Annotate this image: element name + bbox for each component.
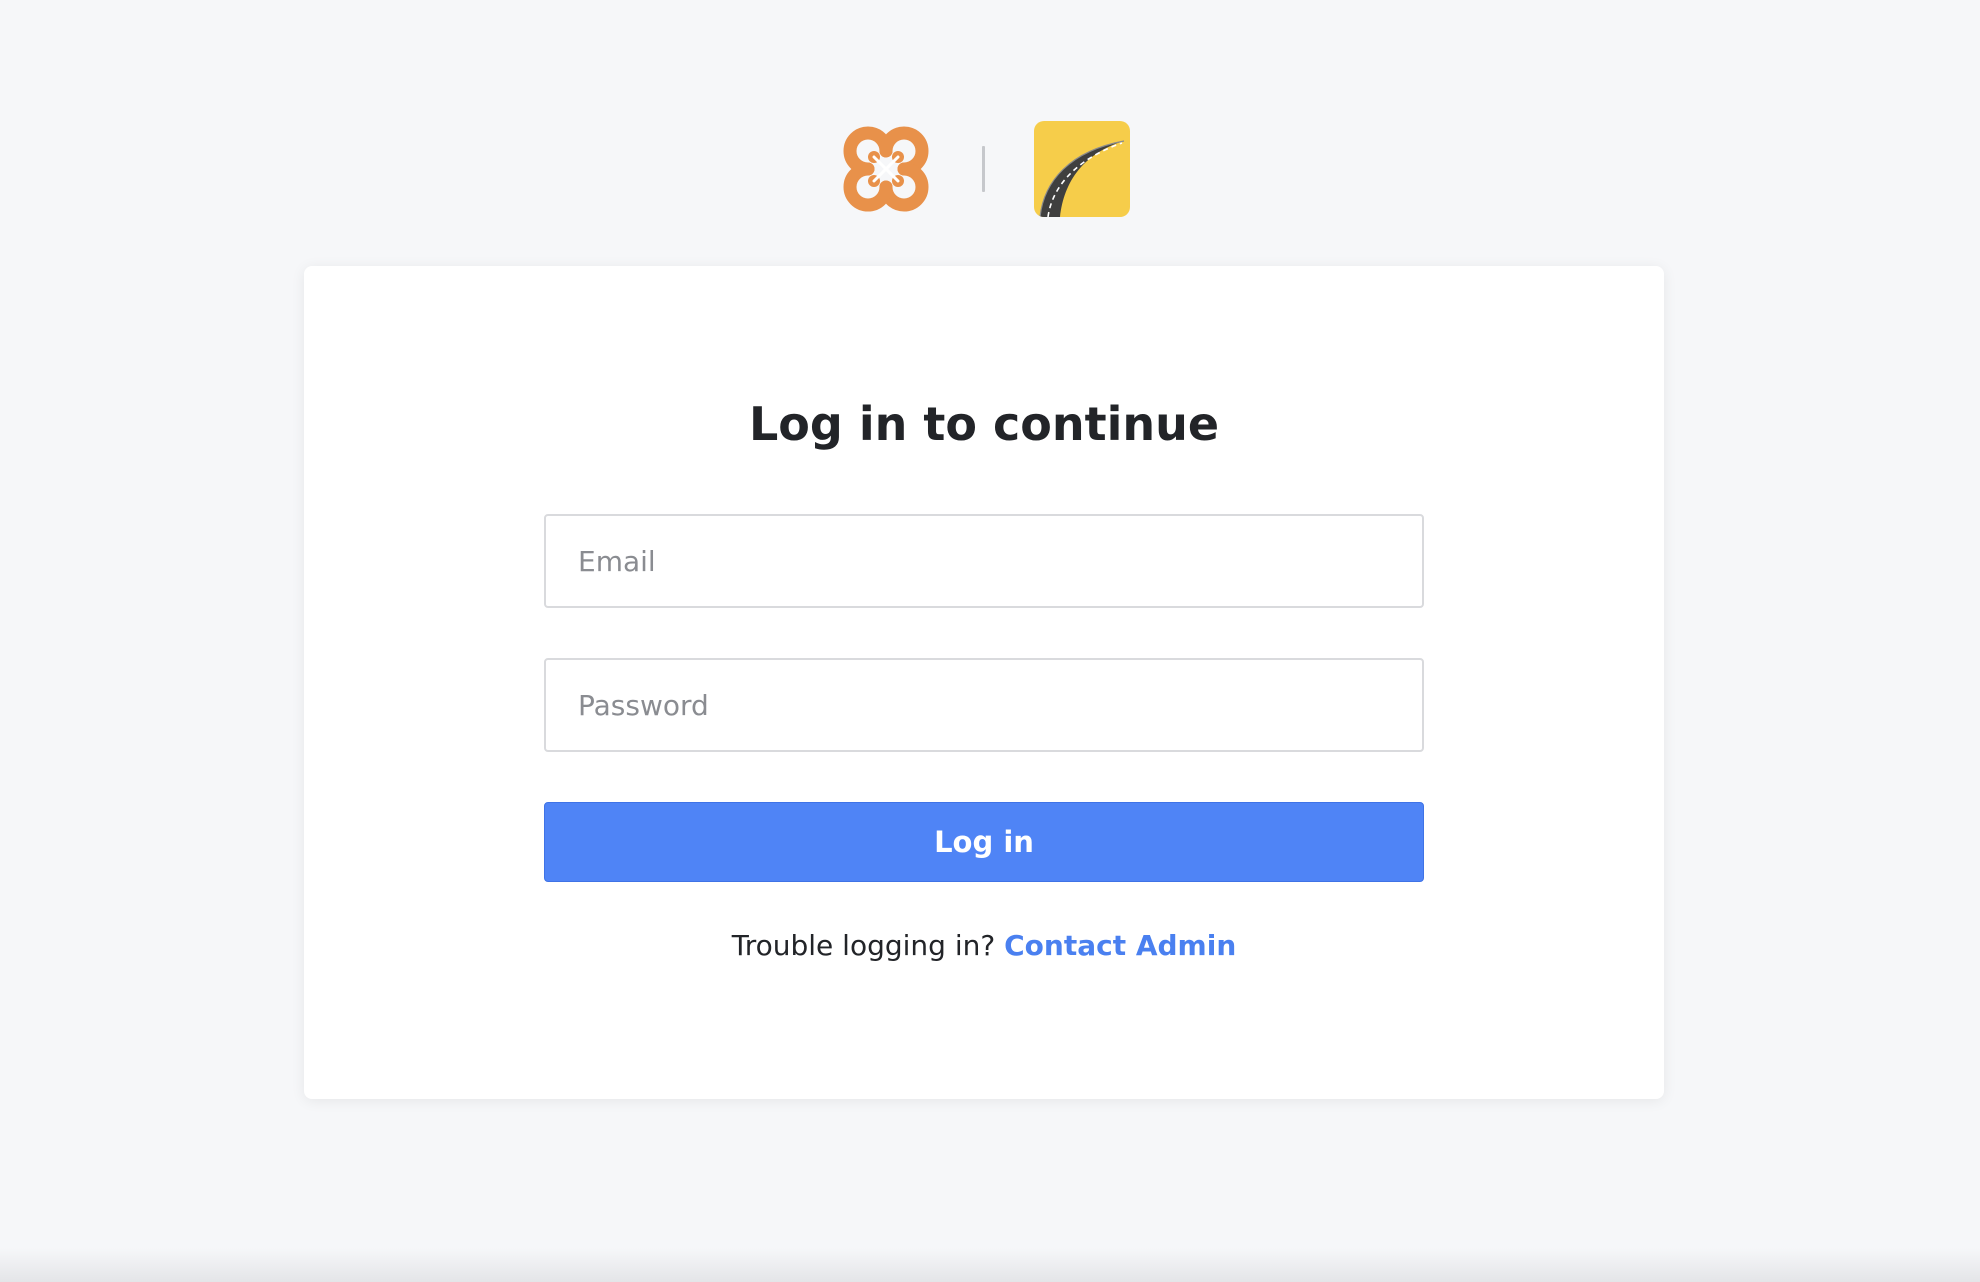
login-card: Log in to continue Log in Trouble loggin…: [304, 266, 1664, 1099]
login-button[interactable]: Log in: [544, 802, 1424, 882]
logo-header: [0, 121, 1980, 217]
help-row: Trouble logging in? Contact Admin: [304, 929, 1664, 962]
yellow-road-logo: [1034, 121, 1130, 217]
bottom-edge: [0, 1248, 1980, 1282]
password-field[interactable]: [544, 658, 1424, 752]
help-text: Trouble logging in?: [731, 929, 1005, 962]
orange-quatrefoil-logo: [838, 121, 934, 217]
logo-divider: [982, 146, 985, 192]
page-title: Log in to continue: [748, 397, 1220, 451]
email-field[interactable]: [544, 514, 1424, 608]
contact-admin-link[interactable]: Contact Admin: [1004, 929, 1236, 962]
